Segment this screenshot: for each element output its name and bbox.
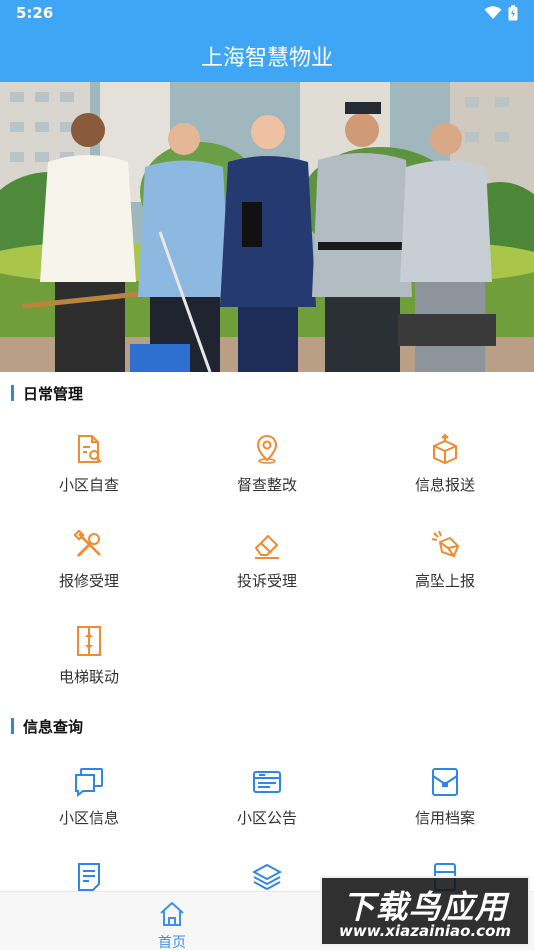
location-pin-icon bbox=[256, 434, 278, 464]
section-daily-management: 日常管理 bbox=[0, 378, 534, 408]
grid-item-label: 高坠上报 bbox=[414, 572, 475, 590]
grid-item-label: 小区自查 bbox=[58, 476, 119, 494]
grid-item-label: 投诉受理 bbox=[236, 572, 297, 590]
falling-box-icon bbox=[431, 530, 460, 558]
grid-item-community-self-check[interactable]: 小区自查 bbox=[0, 434, 178, 524]
grid-item-supervision-rectification[interactable]: 督查整改 bbox=[178, 434, 356, 524]
archive-envelope-icon bbox=[432, 768, 458, 796]
grid-item-community-info[interactable]: 小区信息 bbox=[0, 767, 178, 857]
notice-card-icon bbox=[253, 771, 281, 793]
tab-home-label: 首页 bbox=[158, 935, 186, 950]
grid-item-complaint-acceptance[interactable]: 投诉受理 bbox=[178, 530, 356, 620]
layers-icon bbox=[252, 863, 282, 891]
grid-item-label: 电梯联动 bbox=[58, 668, 119, 686]
grid-item-credit-archive[interactable]: 信用档案 bbox=[356, 767, 534, 857]
section-title: 日常管理 bbox=[23, 385, 84, 403]
grid-item-info-submission[interactable]: 信息报送 bbox=[356, 434, 534, 524]
watermark-logo: 下载鸟应用 www.xiazainiao.com bbox=[320, 876, 530, 946]
battery-icon bbox=[508, 5, 518, 21]
grid-item-repair-acceptance[interactable]: 报修受理 bbox=[0, 530, 178, 620]
grid-item-label: 信息报送 bbox=[414, 476, 475, 494]
grid-item-community-notice[interactable]: 小区公告 bbox=[178, 767, 356, 857]
section-title: 信息查询 bbox=[23, 718, 84, 736]
grid-item-label: 报修受理 bbox=[58, 572, 119, 590]
document-lines-icon bbox=[78, 863, 100, 891]
grid-item-label: 小区信息 bbox=[58, 809, 119, 827]
tab-home[interactable]: 首页 bbox=[142, 896, 202, 950]
document-search-icon bbox=[78, 435, 102, 463]
grid-item-label: 督查整改 bbox=[236, 476, 297, 494]
status-time: 5:26 bbox=[16, 4, 54, 22]
status-bar: 5:26 bbox=[0, 0, 534, 27]
staff-photo-banner bbox=[0, 82, 534, 372]
grid-item-label: 信用档案 bbox=[414, 809, 475, 827]
box-upload-icon bbox=[433, 434, 457, 464]
section-accent-bar bbox=[11, 718, 14, 734]
banner-illustration bbox=[0, 82, 534, 372]
elevator-icon bbox=[77, 626, 101, 656]
section-accent-bar bbox=[11, 385, 14, 401]
watermark-url: www.xiazainiao.com bbox=[338, 922, 512, 940]
grid-item-label: 小区公告 bbox=[236, 809, 297, 827]
wrench-tools-icon bbox=[74, 530, 101, 558]
section-info-query: 信息查询 bbox=[0, 711, 534, 741]
chat-windows-icon bbox=[75, 768, 103, 797]
title-bar: 上海智慧物业 bbox=[0, 27, 534, 82]
home-icon bbox=[160, 902, 184, 926]
eraser-icon bbox=[254, 534, 279, 559]
status-icons bbox=[484, 5, 518, 21]
grid-item-falling-object-report[interactable]: 高坠上报 bbox=[356, 530, 534, 620]
grid-item-elevator-linkage[interactable]: 电梯联动 bbox=[0, 626, 178, 716]
page-title: 上海智慧物业 bbox=[200, 46, 333, 71]
wifi-icon bbox=[484, 6, 502, 19]
